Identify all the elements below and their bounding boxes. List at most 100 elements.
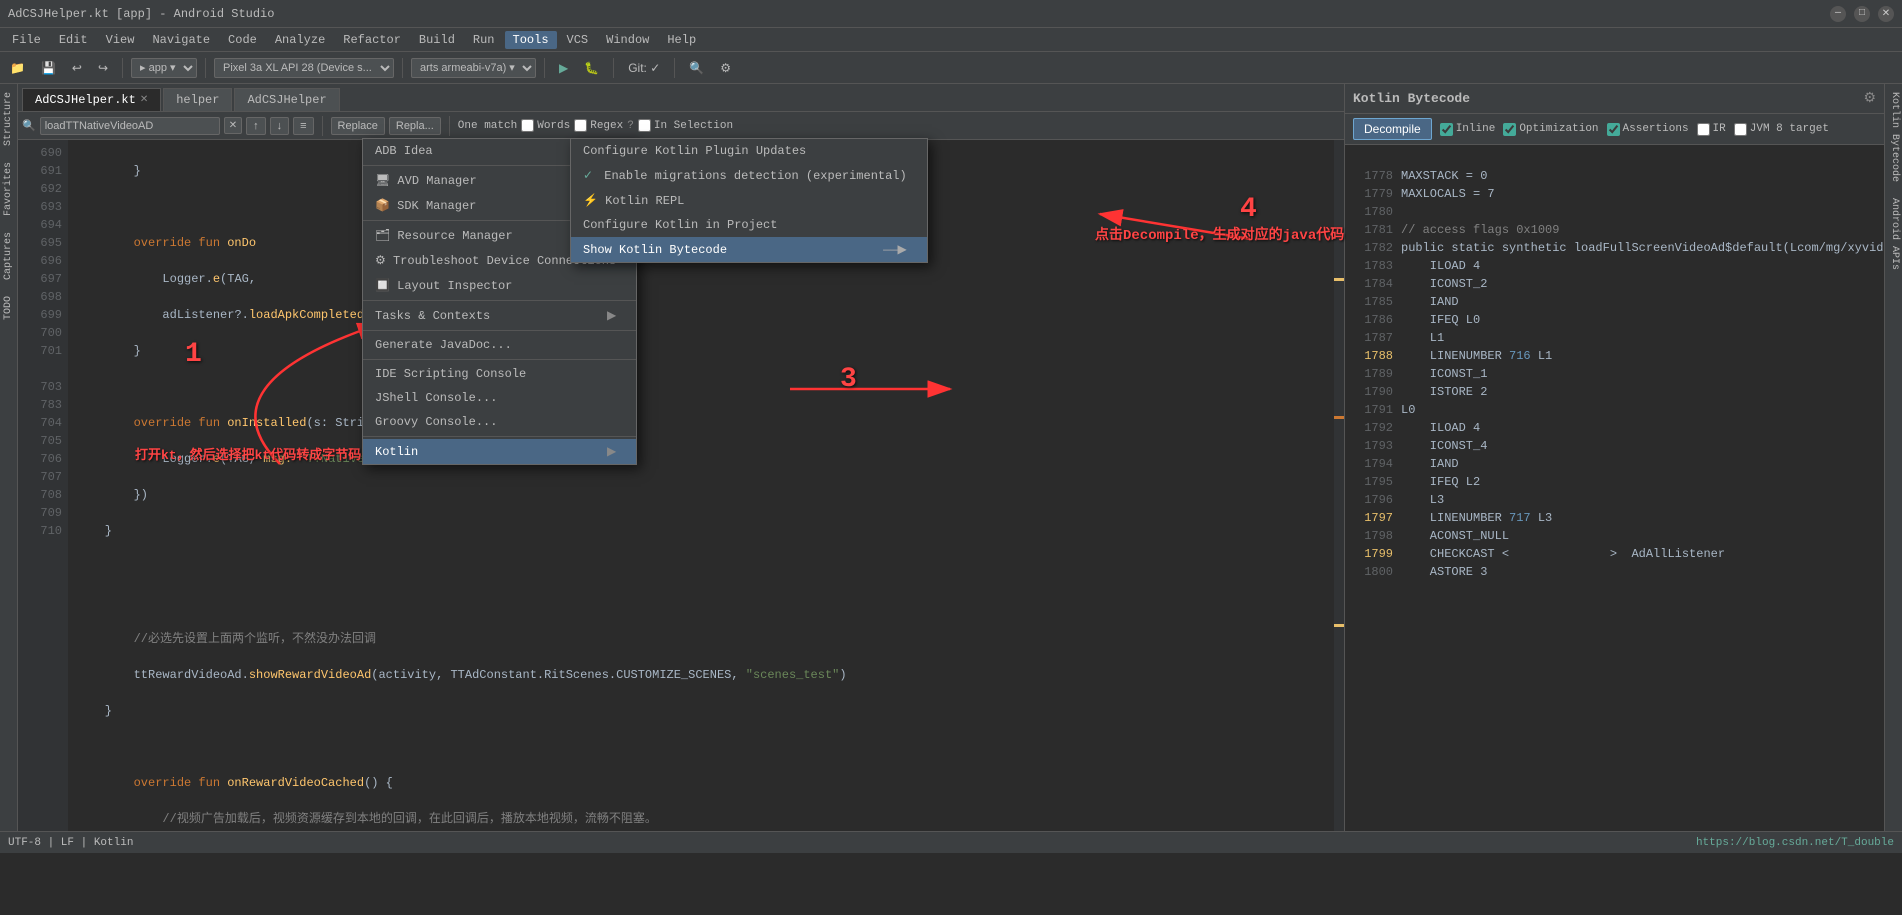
sidebar-tab-captures[interactable]: Captures <box>1 224 16 288</box>
menu-code[interactable]: Code <box>220 31 265 49</box>
arch-selector[interactable]: arts armeabi-v7a) ▾ <box>411 58 536 78</box>
tools-sep-6 <box>363 436 636 437</box>
menu-view[interactable]: View <box>98 31 143 49</box>
kotlin-submenu[interactable]: Configure Kotlin Plugin Updates ✓ Enable… <box>570 138 928 263</box>
menu-run[interactable]: Run <box>465 31 503 49</box>
tab-close-active[interactable]: ✕ <box>140 94 148 106</box>
bytecode-panel: Kotlin Bytecode ⚙ Decompile Inline Optim… <box>1344 84 1884 831</box>
search-input[interactable] <box>40 117 220 135</box>
kotlin-arrow: ▶ <box>607 444 616 459</box>
submenu-enable-migrations[interactable]: ✓ Enable migrations detection (experimen… <box>571 163 927 188</box>
inselection-checkbox[interactable]: In Selection <box>638 119 733 132</box>
jvm8-checkbox[interactable]: JVM 8 target <box>1734 123 1829 136</box>
submenu-configure-kotlin-project[interactable]: Configure Kotlin in Project <box>571 213 927 237</box>
replace-btn[interactable]: Replace <box>331 117 385 135</box>
tab-label-helper: helper <box>176 93 219 107</box>
words-checkbox[interactable]: Words <box>521 119 570 132</box>
menu-window[interactable]: Window <box>598 31 657 49</box>
bytecode-content[interactable]: 1778MAXSTACK = 0 1779MAXLOCALS = 7 1780 … <box>1345 145 1884 831</box>
match-info: One match <box>458 120 517 132</box>
menu-analyze[interactable]: Analyze <box>267 31 333 49</box>
menu-refactor[interactable]: Refactor <box>335 31 409 49</box>
tools-sep-5 <box>363 359 636 360</box>
submenu-kotlin-repl[interactable]: ⚡ Kotlin REPL <box>571 188 927 213</box>
right-sidebar-tab-android[interactable]: Android APIs <box>1885 190 1902 278</box>
sidebar-tab-todo[interactable]: TODO <box>1 288 16 328</box>
submenu-show-kotlin-bytecode[interactable]: Show Kotlin Bytecode ——▶ <box>571 237 927 262</box>
menu-navigate[interactable]: Navigate <box>144 31 218 49</box>
menu-jshell[interactable]: JShell Console... <box>363 386 636 410</box>
sidebar-tab-favorites[interactable]: Favorites <box>1 154 16 224</box>
replace-all-btn[interactable]: Repla... <box>389 117 441 135</box>
optimization-checkbox-input[interactable] <box>1503 123 1516 136</box>
menu-vcs[interactable]: VCS <box>559 31 597 49</box>
main-container: Structure Favorites Captures TODO AdCSJH… <box>0 84 1902 831</box>
toolbar-save-btn[interactable]: 💾 <box>35 59 62 77</box>
tab-adcsjhelper[interactable]: AdCSJHelper <box>234 88 339 111</box>
sidebar-tab-structure[interactable]: Structure <box>1 84 16 154</box>
menu-file[interactable]: File <box>4 31 49 49</box>
words-checkbox-input[interactable] <box>521 119 534 132</box>
ir-checkbox[interactable]: IR <box>1697 123 1726 136</box>
search-bar: 🔍 ✕ ↑ ↓ ≡ Replace Repla... One match Wor… <box>18 112 1344 140</box>
settings-btn[interactable]: ⚙ <box>714 59 737 77</box>
app-selector[interactable]: ▸ app ▾ <box>131 58 197 78</box>
next-match-btn[interactable]: ↓ <box>270 117 290 135</box>
menu-help[interactable]: Help <box>659 31 704 49</box>
left-sidebar: Structure Favorites Captures TODO <box>0 84 18 831</box>
search-everywhere-btn[interactable]: 🔍 <box>683 59 710 77</box>
jvm8-checkbox-input[interactable] <box>1734 123 1747 136</box>
inline-checkbox[interactable]: Inline <box>1440 123 1496 136</box>
window-title: AdCSJHelper.kt [app] - Android Studio <box>8 7 274 21</box>
search-sep2 <box>449 116 450 136</box>
toolbar-redo-btn[interactable]: ↪ <box>92 59 114 77</box>
regex-checkbox[interactable]: Regex <box>574 119 623 132</box>
inselection-checkbox-input[interactable] <box>638 119 651 132</box>
menu-ide-scripting[interactable]: IDE Scripting Console <box>363 362 636 386</box>
filter-btn[interactable]: ≡ <box>293 117 313 135</box>
toolbar: 📁 💾 ↩ ↪ ▸ app ▾ Pixel 3a XL API 28 (Devi… <box>0 52 1902 84</box>
assertions-checkbox-input[interactable] <box>1607 123 1620 136</box>
minimize-button[interactable]: — <box>1830 6 1846 22</box>
menu-generate-javadoc[interactable]: Generate JavaDoc... <box>363 333 636 357</box>
tab-adcsjhelper-kt[interactable]: AdCSJHelper.kt ✕ <box>22 88 161 111</box>
tab-bar: AdCSJHelper.kt ✕ helper AdCSJHelper <box>18 84 1344 112</box>
debug-button[interactable]: 🐛 <box>578 59 605 77</box>
menu-edit[interactable]: Edit <box>51 31 96 49</box>
tools-sep-3 <box>363 300 636 301</box>
menu-tasks-contexts[interactable]: Tasks & Contexts ▶ <box>363 303 636 328</box>
search-clear-btn[interactable]: ✕ <box>224 117 242 134</box>
tasks-arrow: ▶ <box>607 308 616 323</box>
bytecode-toolbar: Decompile Inline Optimization Assertions… <box>1345 114 1884 145</box>
tools-sep-4 <box>363 330 636 331</box>
toolbar-separator-1 <box>122 58 123 78</box>
prev-match-btn[interactable]: ↑ <box>246 117 266 135</box>
tab-helper[interactable]: helper <box>163 88 232 111</box>
ir-checkbox-input[interactable] <box>1697 123 1710 136</box>
toolbar-separator-3 <box>402 58 403 78</box>
menu-build[interactable]: Build <box>411 31 463 49</box>
toolbar-undo-btn[interactable]: ↩ <box>66 59 88 77</box>
decompile-button[interactable]: Decompile <box>1353 118 1432 140</box>
optimization-checkbox[interactable]: Optimization <box>1503 123 1598 136</box>
regex-checkbox-input[interactable] <box>574 119 587 132</box>
submenu-configure-kotlin[interactable]: Configure Kotlin Plugin Updates <box>571 139 927 163</box>
toolbar-new-btn[interactable]: 📁 <box>4 59 31 77</box>
run-button[interactable]: ▶ <box>553 59 574 77</box>
bytecode-settings-icon[interactable]: ⚙ <box>1863 90 1876 107</box>
close-button[interactable]: ✕ <box>1878 6 1894 22</box>
menu-layout-inspector[interactable]: 🔲 Layout Inspector <box>363 273 636 298</box>
tab-label-active: AdCSJHelper.kt <box>35 93 136 107</box>
menu-tools[interactable]: Tools <box>505 31 557 49</box>
git-button[interactable]: Git: ✓ <box>622 59 666 77</box>
inline-checkbox-input[interactable] <box>1440 123 1453 136</box>
menu-kotlin[interactable]: Kotlin ▶ <box>363 439 636 464</box>
device-selector[interactable]: Pixel 3a XL API 28 (Device s... <box>214 58 394 78</box>
right-sidebar: Kotlin Bytecode Android APIs <box>1884 84 1902 831</box>
maximize-button[interactable]: □ <box>1854 6 1870 22</box>
right-sidebar-tab-kotlin[interactable]: Kotlin Bytecode <box>1885 84 1902 190</box>
scroll-marker-warning2 <box>1334 624 1344 627</box>
assertions-checkbox[interactable]: Assertions <box>1607 123 1689 136</box>
menu-groovy[interactable]: Groovy Console... <box>363 410 636 434</box>
menu-bar: File Edit View Navigate Code Analyze Ref… <box>0 28 1902 52</box>
